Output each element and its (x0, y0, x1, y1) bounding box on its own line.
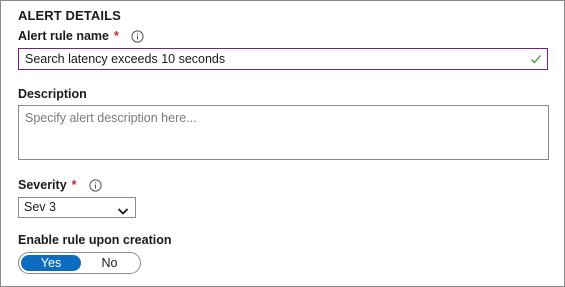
required-marker: * (114, 29, 119, 43)
enable-rule-toggle[interactable]: Yes No (18, 252, 141, 274)
alert-rule-name-value: Search latency exceeds 10 seconds (25, 52, 226, 66)
alert-rule-name-label: Alert rule name (18, 29, 110, 43)
enable-rule-label-row: Enable rule upon creation (18, 233, 172, 247)
section-title: ALERT DETAILS (18, 8, 121, 23)
severity-selected-value: Sev 3 (24, 200, 56, 214)
alert-rule-name-label-row: Alert rule name * (18, 29, 145, 43)
toggle-option-no[interactable]: No (81, 255, 138, 271)
info-icon[interactable] (131, 29, 145, 43)
required-marker: * (71, 178, 77, 192)
description-label-row: Description (18, 87, 87, 101)
info-icon[interactable] (89, 178, 103, 192)
severity-select[interactable]: Sev 3 (18, 197, 136, 218)
alert-rule-name-input[interactable]: Search latency exceeds 10 seconds (18, 48, 548, 70)
severity-label: Severity (18, 178, 67, 192)
enable-rule-label: Enable rule upon creation (18, 233, 172, 247)
chevron-down-icon (117, 203, 129, 215)
description-label: Description (18, 87, 87, 101)
description-textarea[interactable]: Specify alert description here... (18, 105, 549, 160)
severity-label-row: Severity * (18, 178, 103, 192)
toggle-option-yes[interactable]: Yes (21, 255, 81, 271)
description-placeholder: Specify alert description here... (25, 111, 197, 125)
alert-details-panel: ALERT DETAILS Alert rule name * Search l… (0, 0, 565, 287)
check-icon (529, 52, 543, 66)
